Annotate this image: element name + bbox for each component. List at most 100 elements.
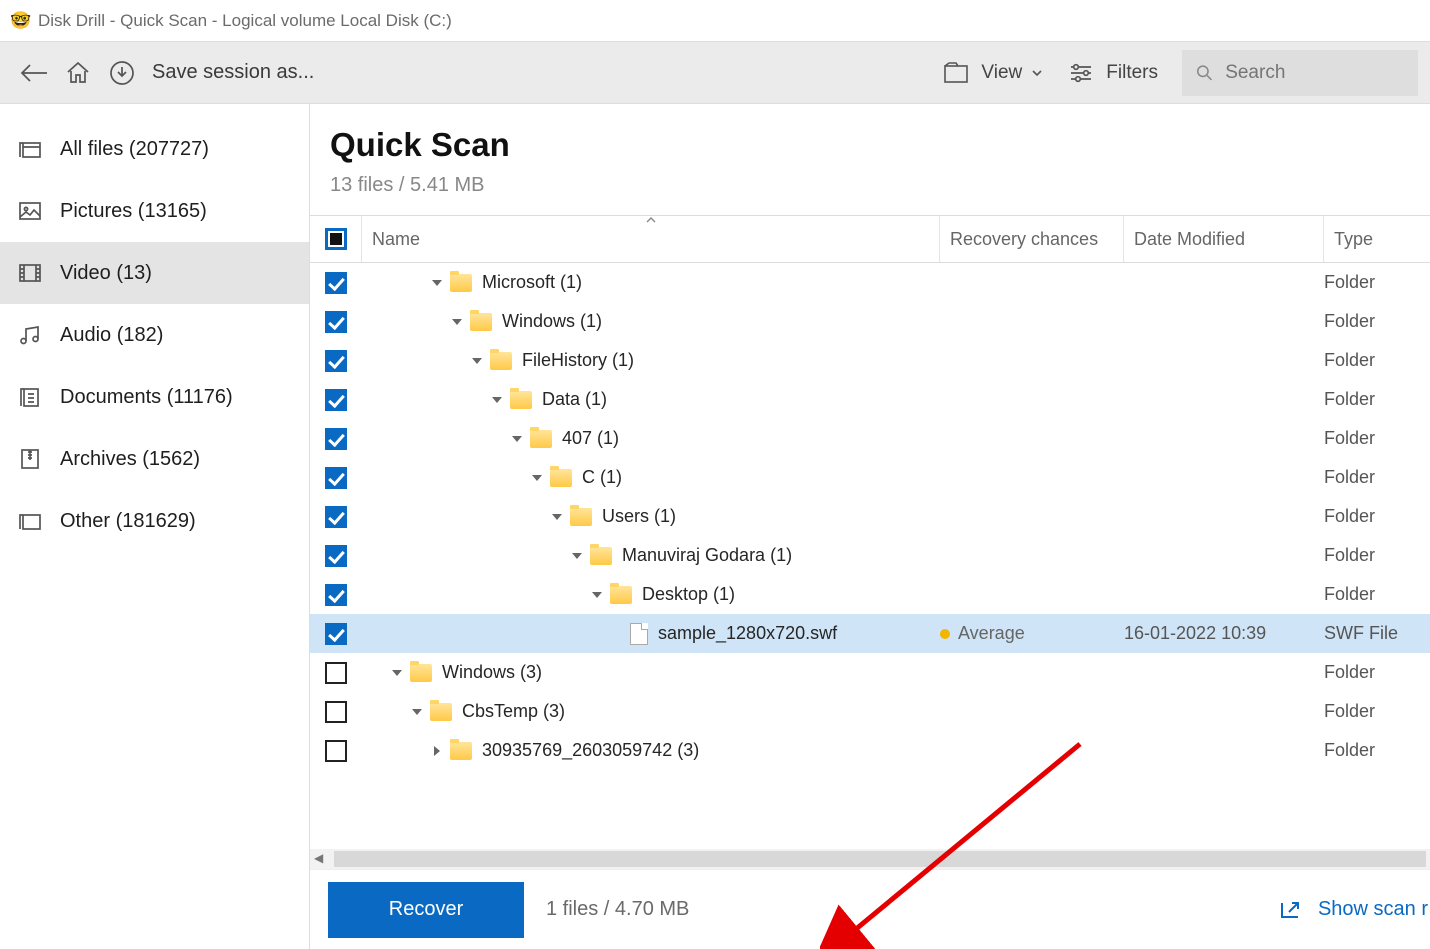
column-name[interactable]: Name [362,216,940,262]
show-scan-label: Show scan r [1318,898,1428,921]
row-type: Folder [1324,311,1430,332]
column-recovery-chances[interactable]: Recovery chances [940,216,1124,262]
column-type[interactable]: Type [1324,216,1430,262]
folder-icon [490,352,512,370]
filters-label: Filters [1106,62,1158,84]
show-scan-button[interactable]: Show scan r [1278,898,1428,921]
row-checkbox[interactable] [325,389,347,411]
row-checkbox[interactable] [325,623,347,645]
folder-icon [550,469,572,487]
row-checkbox[interactable] [325,701,347,723]
search-box[interactable] [1182,50,1418,96]
row-checkbox[interactable] [325,662,347,684]
scrollbar-thumb[interactable] [334,851,1426,867]
row-name: Microsoft (1) [482,272,582,293]
save-session-button[interactable]: Save session as... [152,61,314,84]
chevron-down-icon[interactable] [490,393,504,407]
row-chance: Average [958,623,1025,644]
sidebar-all-files[interactable]: All files (207727) [0,118,309,180]
row-checkbox[interactable] [325,545,347,567]
file-icon [630,623,648,645]
scroll-left-icon[interactable]: ◀ [314,851,323,865]
table-row[interactable]: sample_1280x720.swf Average 16-01-2022 10:… [310,614,1430,653]
view-dropdown[interactable]: View [943,62,1044,84]
chevron-down-icon[interactable] [590,588,604,602]
row-name: 407 (1) [562,428,619,449]
back-button[interactable] [12,51,56,95]
table-header: Name Recovery chances Date Modified Type [310,215,1430,263]
download-button[interactable] [100,51,144,95]
table-row[interactable]: Manuviraj Godara (1)Folder [310,536,1430,575]
row-checkbox[interactable] [325,740,347,762]
row-type: Folder [1324,662,1430,683]
folder-icon [590,547,612,565]
chevron-down-icon[interactable] [550,510,564,524]
chevron-down-icon[interactable] [410,705,424,719]
sort-indicator-icon [644,215,658,225]
recover-button[interactable]: Recover [328,882,524,938]
row-checkbox[interactable] [325,272,347,294]
sidebar-label: Pictures (13165) [60,200,207,223]
row-type: Folder [1324,389,1430,410]
sidebar-label: Archives (1562) [60,448,200,471]
row-type: Folder [1324,272,1430,293]
chevron-right-icon[interactable] [430,744,444,758]
table-row[interactable]: C (1)Folder [310,458,1430,497]
row-checkbox[interactable] [325,467,347,489]
sidebar-documents[interactable]: Documents (11176) [0,366,309,428]
table-row[interactable]: 407 (1)Folder [310,419,1430,458]
page-title: Quick Scan [330,126,1410,164]
sidebar-audio[interactable]: Audio (182) [0,304,309,366]
sidebar-archives[interactable]: Archives (1562) [0,428,309,490]
search-input[interactable] [1225,62,1404,84]
chevron-down-icon[interactable] [450,315,464,329]
table-row[interactable]: Windows (3)Folder [310,653,1430,692]
column-date-modified[interactable]: Date Modified [1124,216,1324,262]
chevron-down-icon[interactable] [470,354,484,368]
table-row[interactable]: Users (1)Folder [310,497,1430,536]
sidebar-video[interactable]: Video (13) [0,242,309,304]
chevron-down-icon[interactable] [570,549,584,563]
table-row[interactable]: FileHistory (1)Folder [310,341,1430,380]
row-checkbox[interactable] [325,584,347,606]
sidebar-label: Other (181629) [60,510,196,533]
file-rows: Microsoft (1)FolderWindows (1)FolderFile… [310,263,1430,849]
table-row[interactable]: CbsTemp (3)Folder [310,692,1430,731]
table-row[interactable]: 30935769_2603059742 (3)Folder [310,731,1430,770]
row-name: sample_1280x720.swf [658,623,837,644]
table-row[interactable]: Data (1) Folder [310,380,1430,419]
chevron-down-icon[interactable] [430,276,444,290]
horizontal-scrollbar[interactable]: ◀ [310,849,1430,869]
row-name: Data (1) [542,389,607,410]
sidebar-pictures[interactable]: Pictures (13165) [0,180,309,242]
row-checkbox[interactable] [325,350,347,372]
folder-icon [430,703,452,721]
sidebar: All files (207727) Pictures (13165) Vide… [0,104,310,949]
row-name: Windows (1) [502,311,602,332]
select-all-checkbox[interactable] [310,216,362,262]
table-row[interactable]: Desktop (1)Folder [310,575,1430,614]
row-checkbox[interactable] [325,311,347,333]
window-title: Disk Drill - Quick Scan - Logical volume… [38,11,452,31]
folder-icon [510,391,532,409]
table-row[interactable]: Windows (1) Folder [310,302,1430,341]
row-checkbox[interactable] [325,428,347,450]
row-checkbox[interactable] [325,506,347,528]
chevron-down-icon[interactable] [510,432,524,446]
table-row[interactable]: Microsoft (1) Folder [310,263,1430,302]
row-modified: 16-01-2022 10:39 [1124,623,1324,644]
row-name: C (1) [582,467,622,488]
row-type: Folder [1324,350,1430,371]
app-icon: 🤓 [10,11,30,31]
chevron-down-icon[interactable] [390,666,404,680]
folder-icon [530,430,552,448]
chance-dot-icon [940,629,950,639]
row-type: Folder [1324,740,1430,761]
sidebar-other[interactable]: Other (181629) [0,490,309,552]
toolbar: Save session as... View Filters [0,42,1430,104]
sidebar-label: Audio (182) [60,324,163,347]
folder-icon [570,508,592,526]
filters-button[interactable]: Filters [1068,62,1158,84]
home-button[interactable] [56,51,100,95]
chevron-down-icon[interactable] [530,471,544,485]
